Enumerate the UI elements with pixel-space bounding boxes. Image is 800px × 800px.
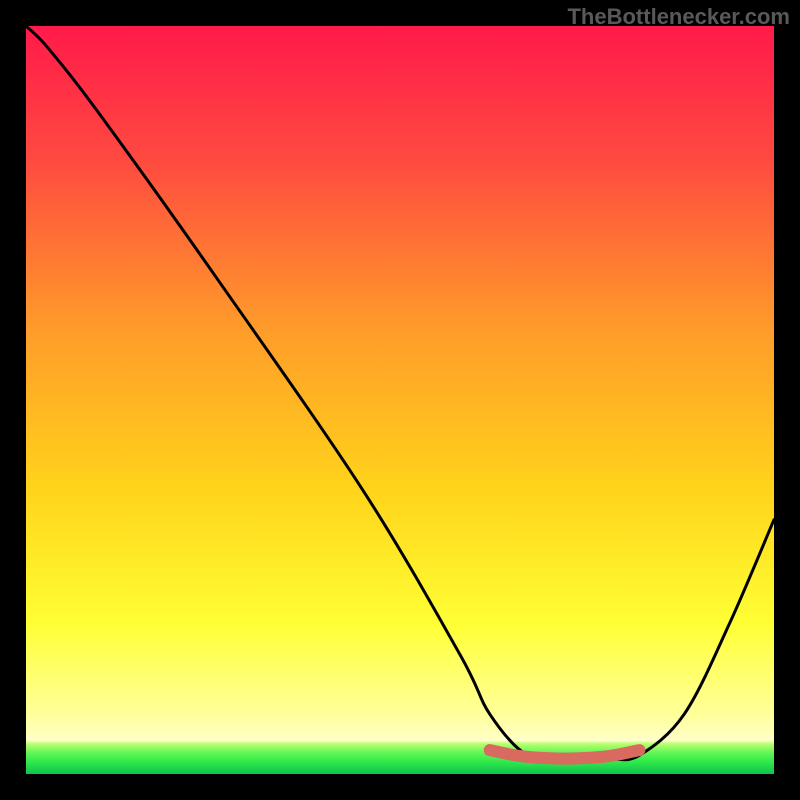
chart-svg [26, 26, 774, 774]
bottleneck-curve [26, 26, 774, 760]
attribution-text: TheBottlenecker.com [567, 4, 790, 30]
sweet-spot-blob [490, 750, 640, 759]
plot-area [26, 26, 774, 774]
